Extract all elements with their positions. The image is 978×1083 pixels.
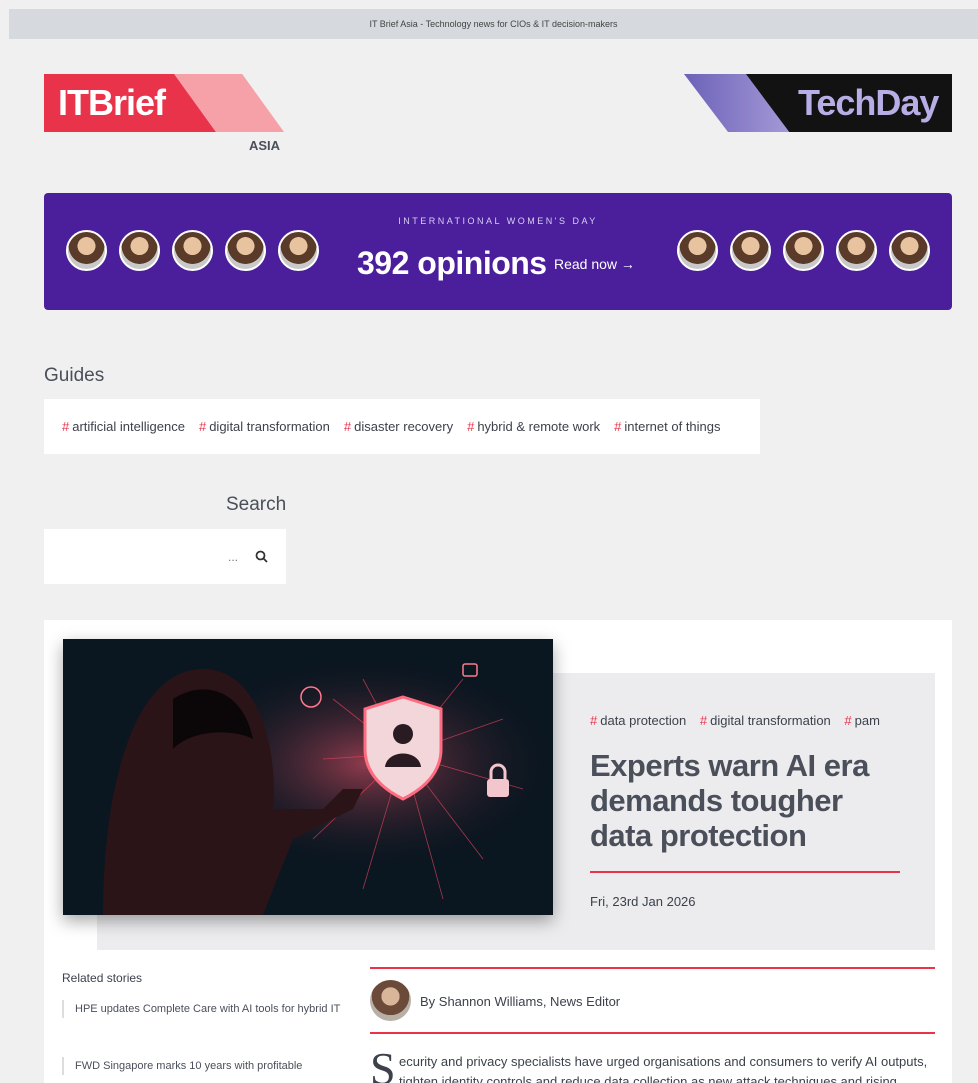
guide-tag[interactable]: # disaster recovery: [344, 419, 453, 434]
avatar: [225, 230, 266, 271]
avatar: [677, 230, 718, 271]
related-stories-heading: Related stories: [62, 971, 143, 985]
article-tag[interactable]: # pam: [844, 713, 880, 728]
headline-divider: [590, 871, 900, 873]
byline-divider: [370, 967, 935, 969]
techday-logo[interactable]: TechDay: [684, 74, 952, 132]
article-tag[interactable]: # digital transformation: [700, 713, 831, 728]
hero-tag-list: # data protection # digital transformation…: [590, 713, 890, 728]
guide-tag[interactable]: # internet of things: [614, 419, 720, 434]
related-story-link[interactable]: HPE updates Complete Care with AI tools …: [62, 1000, 352, 1018]
search-box: [44, 529, 286, 584]
avatar: [836, 230, 877, 271]
search-icon[interactable]: [254, 549, 270, 565]
featured-article: # data protection # digital transformation…: [44, 620, 952, 1083]
avatar: [783, 230, 824, 271]
top-bar: IT Brief Asia - Technology news for CIOs…: [9, 9, 978, 39]
avatar: [66, 230, 107, 271]
article-date: Fri, 23rd Jan 2026: [590, 894, 696, 909]
avatar: [730, 230, 771, 271]
search-input[interactable]: [52, 543, 238, 571]
avatar: [172, 230, 213, 271]
avatar: [119, 230, 160, 271]
guide-tag[interactable]: # hybrid & remote work: [467, 419, 600, 434]
guides-tag-list: # artificial intelligence # digital transf…: [44, 399, 760, 454]
guide-tag[interactable]: # digital transformation: [199, 419, 330, 434]
techday-logo-text: TechDay: [798, 82, 939, 123]
article-byline[interactable]: By Shannon Williams, News Editor: [420, 994, 620, 1009]
byline-divider: [370, 1032, 935, 1034]
womens-day-banner[interactable]: INTERNATIONAL WOMEN'S DAY 392 opinions R…: [44, 193, 952, 310]
avatar: [889, 230, 930, 271]
hero-image[interactable]: [63, 639, 553, 915]
guide-tag[interactable]: # artificial intelligence: [62, 419, 185, 434]
author-avatar: [370, 980, 411, 1021]
site-tagline: IT Brief Asia - Technology news for CIOs…: [369, 19, 618, 29]
banner-headline: 392 opinions: [357, 245, 547, 281]
search-heading: Search: [226, 494, 287, 515]
article-body: ecurity and privacy specialists have urg…: [399, 1054, 928, 1083]
itbrief-logo-text: ITBrief: [58, 82, 166, 123]
article-headline[interactable]: Experts warn AI era demands tougher data…: [590, 748, 910, 853]
region-label: ASIA: [249, 138, 281, 153]
cyber-security-illustration: [63, 639, 553, 915]
article-tag[interactable]: # data protection: [590, 713, 686, 728]
related-story-link[interactable]: FWD Singapore marks 10 years with profit…: [62, 1057, 352, 1075]
itbrief-logo[interactable]: ITBrief ASIA: [44, 74, 284, 153]
guides-heading: Guides: [44, 365, 105, 386]
banner-kicker: INTERNATIONAL WOMEN'S DAY: [398, 216, 598, 226]
drop-cap: S: [370, 1043, 396, 1083]
read-now-link[interactable]: Read now →: [554, 256, 635, 272]
avatar: [278, 230, 319, 271]
